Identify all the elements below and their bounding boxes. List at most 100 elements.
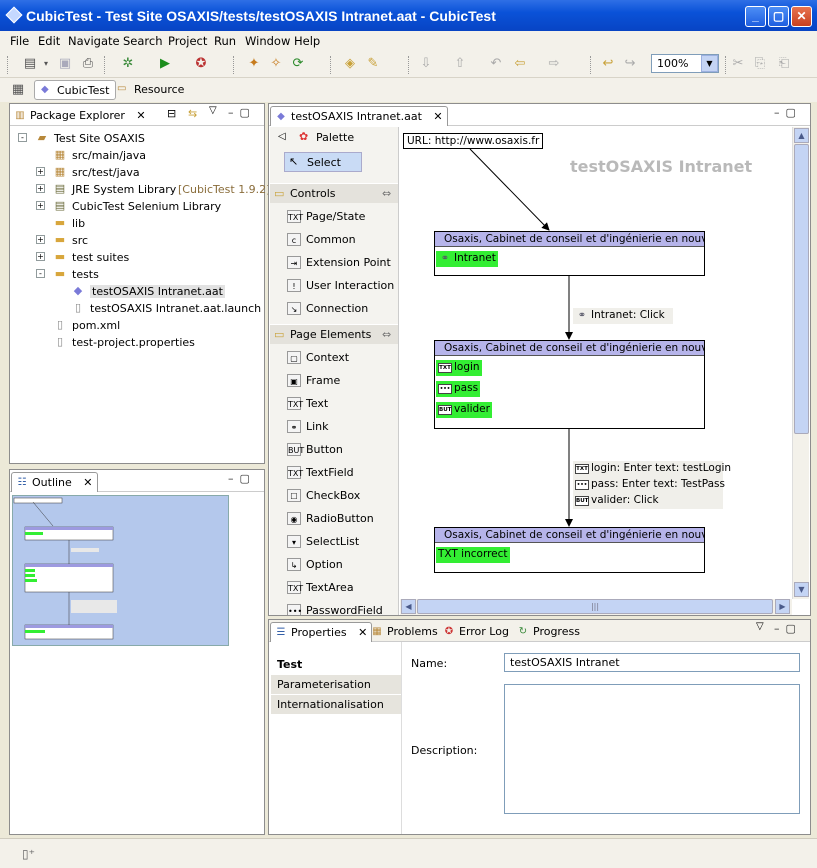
close-icon[interactable]: ✕: [136, 109, 145, 122]
search-icon[interactable]: ✎: [365, 56, 381, 72]
palette-item[interactable]: ! User Interaction: [270, 275, 398, 297]
palette-item[interactable]: ••• PasswordField: [270, 600, 398, 615]
diagram-canvas[interactable]: URL: http://www.osaxis.fr testOSAXIS Int…: [400, 127, 792, 599]
menu-edit[interactable]: Edit: [38, 34, 60, 48]
scroll-right-icon[interactable]: ▶: [775, 599, 790, 614]
open-perspective-icon[interactable]: ▦: [10, 82, 26, 98]
palette-category-controls[interactable]: ▭ Controls ⇔: [270, 183, 398, 203]
expand-icon[interactable]: +: [36, 252, 45, 261]
palette-item[interactable]: ☐ CheckBox: [270, 485, 398, 507]
tab-progress[interactable]: ↻ Progress: [513, 622, 584, 642]
tree-item[interactable]: ▯ pom.xml: [10, 317, 264, 334]
perspective-cubictest[interactable]: ◆ CubicTest: [34, 80, 117, 100]
page-state-1[interactable]: Osaxis, Cabinet de conseil et d'ingénier…: [434, 231, 705, 276]
tree-item[interactable]: + ▬ src: [10, 232, 264, 249]
tree-item[interactable]: ▯ testOSAXIS Intranet.aat.launch: [10, 300, 264, 317]
link-editor-icon[interactable]: ⇆: [188, 107, 197, 120]
close-icon[interactable]: ✕: [358, 626, 367, 639]
vertical-scrollbar[interactable]: ▲ ▼: [792, 127, 809, 599]
palette-item[interactable]: ▣ Frame: [270, 370, 398, 392]
password-element-pass[interactable]: ••• pass: [436, 381, 481, 397]
textfield-element-login[interactable]: TXT login: [436, 360, 482, 376]
tree-item[interactable]: ▬ lib: [10, 215, 264, 232]
chevron-left-icon[interactable]: ◁: [278, 131, 286, 142]
palette-item[interactable]: ↘ Connection: [270, 298, 398, 320]
forward-icon[interactable]: ⇨: [546, 56, 562, 72]
scroll-down-icon[interactable]: ▼: [794, 582, 809, 597]
pin-icon[interactable]: ⇔: [382, 328, 391, 341]
palette-item[interactable]: TXT TextArea: [270, 577, 398, 599]
user-interaction-2[interactable]: TXT login: Enter text: testLogin ••• pass:…: [573, 461, 731, 509]
redo-icon[interactable]: ↪: [622, 56, 638, 72]
expand-icon[interactable]: +: [36, 167, 45, 176]
minimize-button[interactable]: _: [745, 6, 766, 27]
open-type-icon[interactable]: ◈: [342, 56, 358, 72]
menu-run[interactable]: Run: [214, 34, 236, 48]
maximize-button[interactable]: ▢: [768, 6, 789, 27]
menu-window[interactable]: Window: [245, 34, 290, 48]
palette-item[interactable]: c Common: [270, 229, 398, 251]
external-tools-icon[interactable]: ✪: [193, 56, 209, 72]
palette-item[interactable]: ⇥ Extension Point: [270, 252, 398, 274]
last-edit-icon[interactable]: ↶: [488, 56, 504, 72]
name-input[interactable]: [504, 653, 800, 672]
tab-error-log[interactable]: ✪ Error Log: [439, 622, 513, 642]
palette-header[interactable]: ◁ ✿ Palette: [270, 127, 398, 149]
horizontal-scroll-thumb[interactable]: |||: [417, 599, 773, 614]
palette-item[interactable]: ▾ SelectList: [270, 531, 398, 553]
paste-icon[interactable]: ⎗: [776, 56, 792, 72]
menu-search[interactable]: Search: [123, 34, 163, 48]
collapse-icon[interactable]: -: [36, 269, 45, 278]
cut-icon[interactable]: ✂: [730, 56, 746, 72]
copy-icon[interactable]: ⎘: [752, 56, 768, 72]
tree-item[interactable]: ◆ testOSAXIS Intranet.aat: [10, 283, 264, 300]
tree-item[interactable]: + ▤ CubicTest Selenium Library: [10, 198, 264, 215]
horizontal-scrollbar[interactable]: ◀ ||| ▶: [400, 599, 792, 615]
menu-navigate[interactable]: Navigate: [68, 34, 120, 48]
close-button[interactable]: ✕: [791, 6, 812, 27]
tree-item[interactable]: ▦ src/main/java: [10, 147, 264, 164]
perspective-resource[interactable]: ▭ Resource: [112, 80, 190, 100]
run-icon[interactable]: ▶: [157, 56, 173, 72]
min-max-icons[interactable]: –▢: [228, 472, 256, 485]
palette-item[interactable]: TXT Page/State: [270, 206, 398, 228]
tree-item[interactable]: ▯ test-project.properties: [10, 334, 264, 351]
tree-item[interactable]: + ▦ src/test/java: [10, 164, 264, 181]
close-icon[interactable]: ✕: [433, 110, 442, 123]
palette-item[interactable]: ↳ Option: [270, 554, 398, 576]
collapse-all-icon[interactable]: ⊟: [167, 107, 176, 120]
debug-icon[interactable]: ✲: [120, 56, 136, 72]
menu-help[interactable]: Help: [294, 34, 320, 48]
chevron-down-icon[interactable]: ▼: [701, 55, 718, 72]
menu-file[interactable]: File: [10, 34, 29, 48]
expand-icon[interactable]: +: [36, 184, 45, 193]
prop-tab-internationalisation[interactable]: Internationalisation: [271, 695, 401, 715]
min-max-icons[interactable]: –▢: [774, 106, 802, 119]
expand-icon[interactable]: +: [36, 235, 45, 244]
menu-project[interactable]: Project: [168, 34, 207, 48]
text-element-incorrect[interactable]: TXT incorrect: [436, 547, 510, 563]
min-max-icons[interactable]: –▢: [228, 106, 256, 119]
tab-properties[interactable]: ☰ Properties ✕: [270, 622, 373, 642]
close-icon[interactable]: ✕: [83, 476, 92, 489]
palette-item[interactable]: TXT TextField: [270, 462, 398, 484]
tab-problems[interactable]: ▦ Problems: [367, 622, 442, 642]
prev-annotation-icon[interactable]: ⇧: [452, 56, 468, 72]
vertical-scroll-thumb[interactable]: [794, 144, 809, 434]
save-icon[interactable]: ▣: [57, 56, 73, 72]
title-bar[interactable]: CubicTest - Test Site OSAXIS/tests/testO…: [0, 0, 817, 31]
view-menu-icon[interactable]: ▽: [209, 105, 217, 116]
pin-icon[interactable]: ⇔: [382, 187, 391, 200]
palette-item[interactable]: BUT Button: [270, 439, 398, 461]
button-element-valider[interactable]: BUT valider: [436, 402, 492, 418]
tab-package-explorer[interactable]: ▥ Package Explorer ✕: [10, 106, 150, 126]
new-suite-icon[interactable]: ✧: [268, 56, 284, 72]
user-interaction-1[interactable]: ⚭ Intranet: Click: [573, 308, 673, 324]
palette-select-tool[interactable]: ↖ Select: [284, 152, 362, 172]
tree-item[interactable]: + ▤ JRE System Library [CubicTest 1.9.2]: [10, 181, 270, 198]
run-test-icon[interactable]: ⟳: [290, 56, 306, 72]
outline-thumbnail[interactable]: [12, 495, 229, 646]
page-state-2[interactable]: Osaxis, Cabinet de conseil et d'ingénier…: [434, 340, 705, 429]
link-element-intranet[interactable]: ⚭ Intranet: [436, 251, 498, 267]
min-max-icons[interactable]: –▢: [774, 622, 802, 635]
